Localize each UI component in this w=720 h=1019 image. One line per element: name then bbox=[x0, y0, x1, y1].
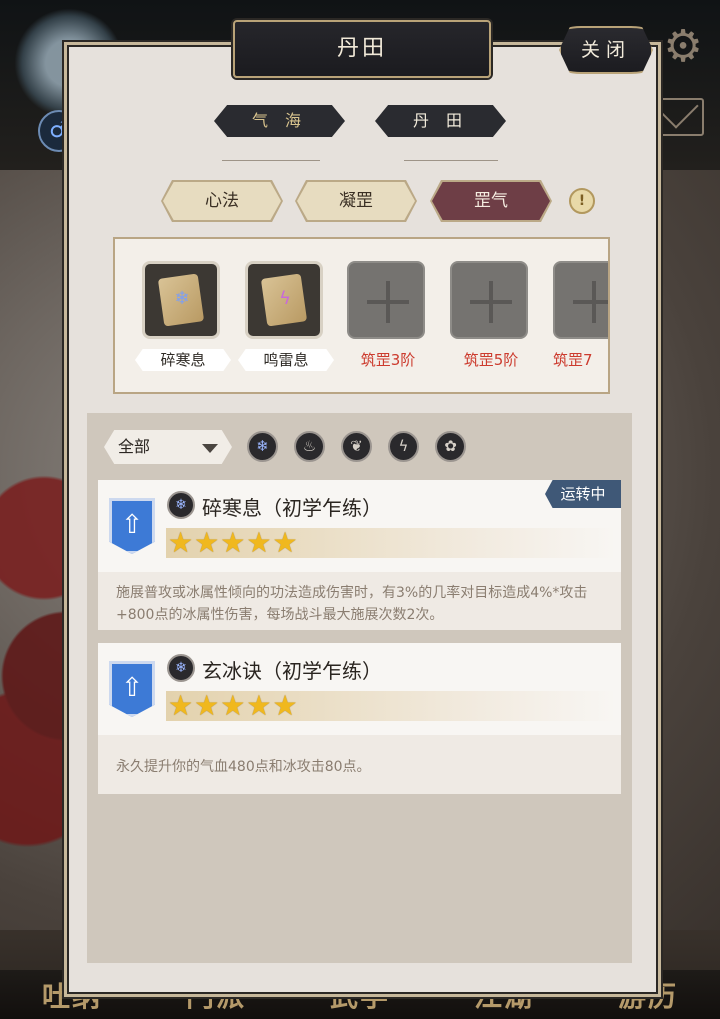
fire-icon[interactable]: ♨ bbox=[294, 431, 325, 462]
plus-icon bbox=[450, 261, 528, 339]
running-badge: 运转中 bbox=[545, 480, 621, 508]
ice-gem-icon: ❄ bbox=[174, 288, 190, 309]
star-rating: ★ ★ ★ ★ ★ bbox=[166, 691, 616, 721]
skill-card[interactable]: ⇧ ❄ 玄冰诀（初学乍练） ★ ★ ★ ★ ★ 永久提升你的气血480点和冰攻击… bbox=[98, 643, 621, 794]
panel-title: 丹田 bbox=[233, 20, 491, 78]
tab-dantian[interactable]: 丹 田 bbox=[375, 105, 506, 137]
ice-icon[interactable]: ❄ bbox=[247, 431, 278, 462]
ice-icon: ❄ bbox=[167, 654, 195, 682]
tab-gangqi[interactable]: 罡气 bbox=[432, 182, 550, 220]
filter-dropdown[interactable]: 全部 bbox=[104, 430, 232, 464]
divider bbox=[222, 160, 320, 161]
star-icon: ★ bbox=[246, 689, 272, 722]
close-button[interactable]: 关闭 bbox=[559, 26, 653, 74]
star-icon: ★ bbox=[194, 526, 220, 559]
star-icon: ★ bbox=[194, 689, 220, 722]
slot-book[interactable]: ϟ bbox=[245, 261, 327, 341]
slot-label: 筑罡3阶 bbox=[360, 351, 416, 369]
star-icon: ★ bbox=[246, 526, 272, 559]
star-rating: ★ ★ ★ ★ ★ bbox=[166, 528, 616, 558]
star-icon: ★ bbox=[220, 689, 246, 722]
slot-empty[interactable] bbox=[553, 261, 608, 341]
chevron-down-icon bbox=[202, 444, 218, 453]
slot-empty[interactable] bbox=[450, 261, 532, 341]
slot-label: 筑罡7 bbox=[553, 351, 593, 369]
slot-empty[interactable] bbox=[347, 261, 429, 341]
star-icon: ★ bbox=[168, 689, 194, 722]
star-icon: ★ bbox=[272, 689, 298, 722]
thunder-icon[interactable]: ϟ bbox=[388, 431, 419, 462]
gear-icon: ⚙ bbox=[663, 21, 703, 72]
filter-selected: 全部 bbox=[118, 437, 151, 456]
wood-icon[interactable]: ❦ bbox=[341, 431, 372, 462]
skill-description: 永久提升你的气血480点和冰攻击80点。 bbox=[116, 759, 371, 775]
skill-name: 玄冰诀（初学乍练） bbox=[202, 659, 382, 683]
tab-qihai[interactable]: 气 海 bbox=[214, 105, 345, 137]
mail-icon bbox=[654, 98, 704, 136]
divider bbox=[404, 160, 498, 161]
skill-card[interactable]: ⇧ ❄ 碎寒息（初学乍练） ★ ★ ★ ★ ★ 运转中 施展普攻或冰属性倾向的功… bbox=[98, 480, 621, 630]
star-icon: ★ bbox=[168, 526, 194, 559]
thunder-gem-icon: ϟ bbox=[279, 288, 291, 309]
skill-description: 施展普攻或冰属性倾向的功法造成伤害时，有3%的几率对目标造成4%*攻击+800点… bbox=[116, 585, 588, 623]
slot-book[interactable]: ❄ bbox=[142, 261, 224, 341]
tab-ninggang[interactable]: 凝罡 bbox=[297, 182, 415, 220]
star-icon: ★ bbox=[220, 526, 246, 559]
info-icon[interactable]: ! bbox=[569, 188, 595, 214]
plus-icon bbox=[553, 261, 608, 339]
slot-frame: ❄ 碎寒息 ϟ 鸣雷息 筑罡3阶 筑罡5阶 筑罡7 bbox=[113, 237, 610, 394]
plus-icon bbox=[347, 261, 425, 339]
tab-xinfa[interactable]: 心法 bbox=[163, 182, 281, 220]
slot-label: 筑罡5阶 bbox=[463, 351, 519, 369]
slot-label: 碎寒息 bbox=[135, 349, 231, 371]
skill-name: 碎寒息（初学乍练） bbox=[202, 496, 382, 520]
star-icon: ★ bbox=[272, 526, 298, 559]
lotus-icon[interactable]: ✿ bbox=[435, 431, 466, 462]
slot-label: 鸣雷息 bbox=[238, 349, 334, 371]
ice-icon: ❄ bbox=[167, 491, 195, 519]
